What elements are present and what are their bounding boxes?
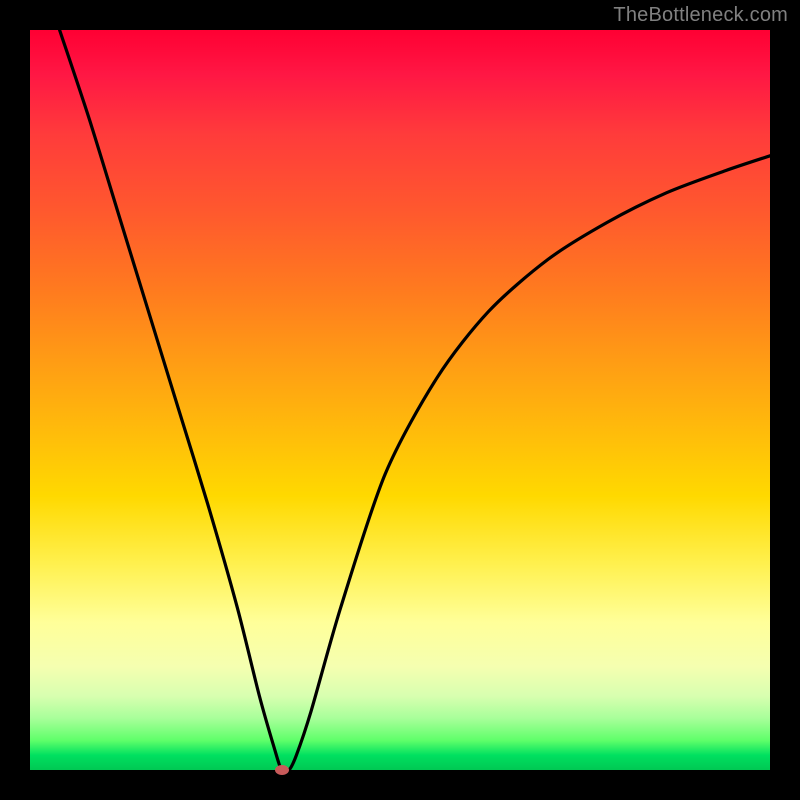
watermark-text: TheBottleneck.com [613,4,788,27]
optimal-point-marker [275,765,289,775]
bottleneck-curve [60,30,770,772]
chart-container: TheBottleneck.com [0,0,800,800]
plot-area [30,30,770,770]
curve-svg [30,30,770,770]
